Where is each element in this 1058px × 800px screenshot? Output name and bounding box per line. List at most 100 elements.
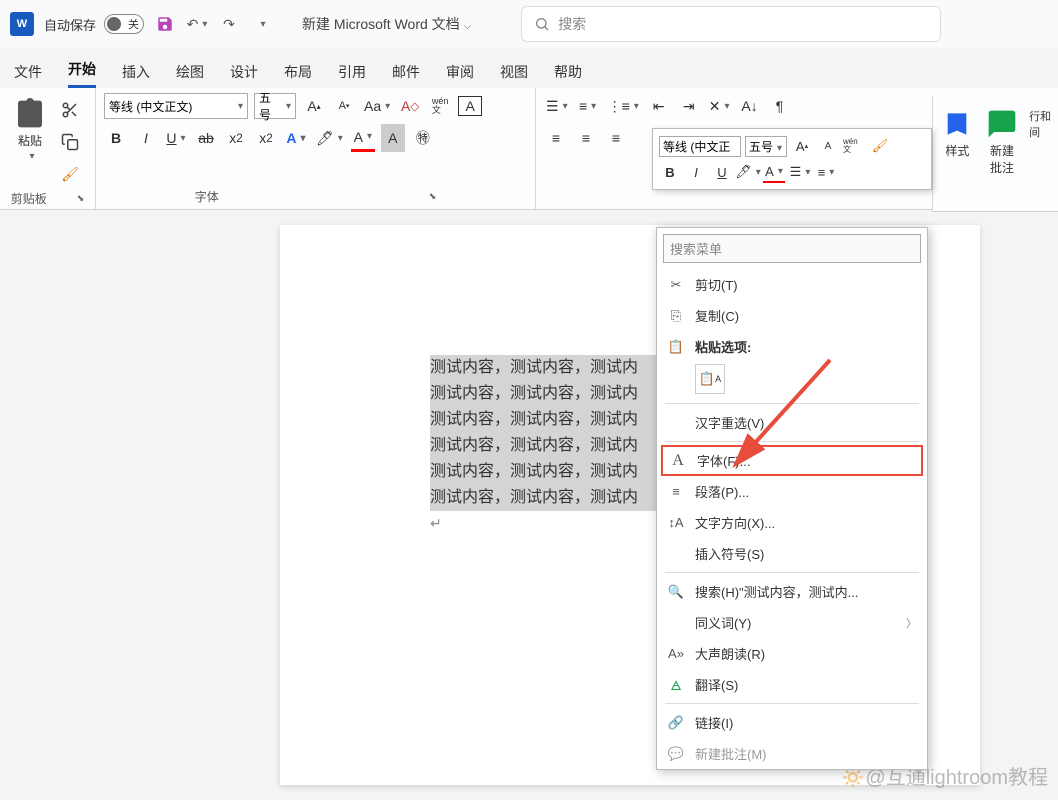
mini-font-color[interactable]: A▾: [763, 161, 785, 183]
redo-button[interactable]: ↷: [218, 13, 240, 35]
mini-underline[interactable]: U: [711, 161, 733, 183]
mini-font-size[interactable]: 五号▾: [745, 136, 787, 157]
cut-icon: ✂: [667, 276, 685, 294]
tab-layout[interactable]: 布局: [284, 62, 312, 88]
italic-button[interactable]: I: [134, 124, 158, 152]
context-new-comment[interactable]: 💬 新建批注(M): [657, 738, 927, 769]
mini-italic[interactable]: I: [685, 161, 707, 183]
styles-button[interactable]: 样式: [937, 102, 978, 205]
mini-phonetic[interactable]: wén 文: [843, 135, 865, 157]
context-font[interactable]: A 字体(F)...: [661, 445, 923, 476]
context-text-direction[interactable]: ↕A 文字方向(X)...: [657, 507, 927, 538]
mini-bold[interactable]: B: [659, 161, 681, 183]
tab-mailings[interactable]: 邮件: [392, 62, 420, 88]
tab-references[interactable]: 引用: [338, 62, 366, 88]
link-icon: 🔗: [667, 714, 685, 732]
context-synonyms[interactable]: 同义词(Y) 〉: [657, 607, 927, 638]
decrease-font-button[interactable]: A▾: [332, 92, 356, 120]
tab-design[interactable]: 设计: [230, 62, 258, 88]
format-painter-button[interactable]: 🖌: [58, 160, 82, 188]
multilevel-list-button[interactable]: ⋮≡▾: [606, 92, 641, 120]
subscript-button[interactable]: x2: [224, 124, 248, 152]
context-link[interactable]: 🔗 链接(I): [657, 707, 927, 738]
search-box[interactable]: 搜索: [521, 6, 941, 42]
mini-bullets[interactable]: ☰▾: [789, 161, 811, 183]
mini-highlight[interactable]: 🖊▾: [737, 161, 759, 183]
context-menu: 搜索菜单 ✂ 剪切(T) ⎘ 复制(C) 📋 粘贴选项: 📋A 汉字重选(V) …: [656, 227, 928, 770]
context-reconvert[interactable]: 汉字重选(V): [657, 407, 927, 438]
font-dialog-launcher[interactable]: ⬊: [429, 191, 437, 202]
comment-icon: 💬: [667, 745, 685, 763]
tab-insert[interactable]: 插入: [122, 62, 150, 88]
bold-button[interactable]: B: [104, 124, 128, 152]
read-aloud-icon: A»: [667, 645, 685, 663]
undo-button[interactable]: ↶▾: [186, 13, 208, 35]
tab-draw[interactable]: 绘图: [176, 62, 204, 88]
sort-button[interactable]: A↓: [738, 92, 762, 120]
highlight-button[interactable]: 🖊▾: [314, 124, 345, 152]
search-icon: 🔍: [667, 583, 685, 601]
tab-file[interactable]: 文件: [14, 62, 42, 88]
clipboard-dialog-launcher[interactable]: ⬊: [77, 193, 85, 204]
context-search[interactable]: 🔍 搜索(H)"测试内容，测试内...: [657, 576, 927, 607]
paste-button[interactable]: 粘贴▾: [8, 92, 52, 162]
enclose-characters-button[interactable]: ㊕: [411, 124, 435, 152]
phonetic-guide-button[interactable]: wén文: [428, 92, 452, 120]
font-icon: A: [669, 452, 687, 470]
show-paragraph-marks-button[interactable]: ¶: [768, 92, 792, 120]
copy-icon: ⎘: [667, 307, 685, 325]
new-comment-button[interactable]: 新建 批注: [982, 102, 1023, 205]
context-paragraph[interactable]: ≡ 段落(P)...: [657, 476, 927, 507]
character-border-button[interactable]: A: [458, 96, 482, 116]
tab-review[interactable]: 审阅: [446, 62, 474, 88]
search-placeholder: 搜索: [558, 14, 586, 34]
increase-indent-button[interactable]: ⇥: [677, 92, 701, 120]
increase-font-button[interactable]: A▴: [302, 92, 326, 120]
align-center-button[interactable]: ≡: [574, 124, 598, 152]
bullets-button[interactable]: ☰▾: [544, 92, 570, 120]
tab-view[interactable]: 视图: [500, 62, 528, 88]
underline-button[interactable]: U▾: [164, 124, 188, 152]
cut-button[interactable]: [58, 96, 82, 124]
asian-layout-button[interactable]: ✕▾: [707, 92, 732, 120]
text-effects-button[interactable]: A▾: [284, 124, 308, 152]
autosave-toggle[interactable]: 关: [104, 14, 144, 34]
line-spacing-button[interactable]: 行和 间: [1026, 102, 1054, 205]
context-translate[interactable]: 🜁 翻译(S): [657, 669, 927, 700]
paragraph-icon: ≡: [667, 483, 685, 501]
document-name[interactable]: 新建 Microsoft Word 文档⌵: [302, 14, 471, 34]
mini-numbering[interactable]: ≡▾: [815, 161, 837, 183]
qat-more-button[interactable]: ▾: [250, 13, 272, 35]
tab-help[interactable]: 帮助: [554, 62, 582, 88]
context-cut[interactable]: ✂ 剪切(T): [657, 269, 927, 300]
numbering-button[interactable]: ≡▾: [576, 92, 600, 120]
autosave-label: 自动保存: [44, 15, 96, 34]
align-left-button[interactable]: ≡: [544, 124, 568, 152]
translate-icon: 🜁: [667, 676, 685, 694]
context-copy[interactable]: ⎘ 复制(C): [657, 300, 927, 331]
context-menu-search[interactable]: 搜索菜单: [663, 234, 921, 263]
ribbon-tabs: 文件 开始 插入 绘图 设计 布局 引用 邮件 审阅 视图 帮助: [0, 48, 1058, 88]
character-shading-button[interactable]: A: [381, 124, 405, 152]
mini-decrease-font[interactable]: A: [817, 135, 839, 157]
paste-keep-text-only[interactable]: 📋A: [695, 364, 725, 394]
superscript-button[interactable]: x2: [254, 124, 278, 152]
align-right-button[interactable]: ≡: [604, 124, 628, 152]
mini-font-name[interactable]: 等线 (中文正: [659, 136, 741, 157]
decrease-indent-button[interactable]: ⇤: [647, 92, 671, 120]
font-group-label: 字体: [195, 188, 219, 205]
context-insert-symbol[interactable]: 插入符号(S): [657, 538, 927, 569]
tab-home[interactable]: 开始: [68, 59, 96, 88]
font-size-select[interactable]: 五号▾: [254, 93, 296, 119]
change-case-button[interactable]: Aa▾: [362, 92, 392, 120]
clear-formatting-button[interactable]: A◇: [398, 92, 422, 120]
mini-increase-font[interactable]: A▴: [791, 135, 813, 157]
save-button[interactable]: [154, 13, 176, 35]
font-color-button[interactable]: A▾: [351, 124, 375, 152]
context-read-aloud[interactable]: A» 大声朗读(R): [657, 638, 927, 669]
copy-button[interactable]: [58, 128, 82, 156]
strikethrough-button[interactable]: ab: [194, 124, 218, 152]
mini-format-painter[interactable]: 🖌: [869, 135, 891, 157]
font-name-select[interactable]: 等线 (中文正文) ▾: [104, 93, 248, 119]
chevron-right-icon: 〉: [906, 615, 917, 631]
